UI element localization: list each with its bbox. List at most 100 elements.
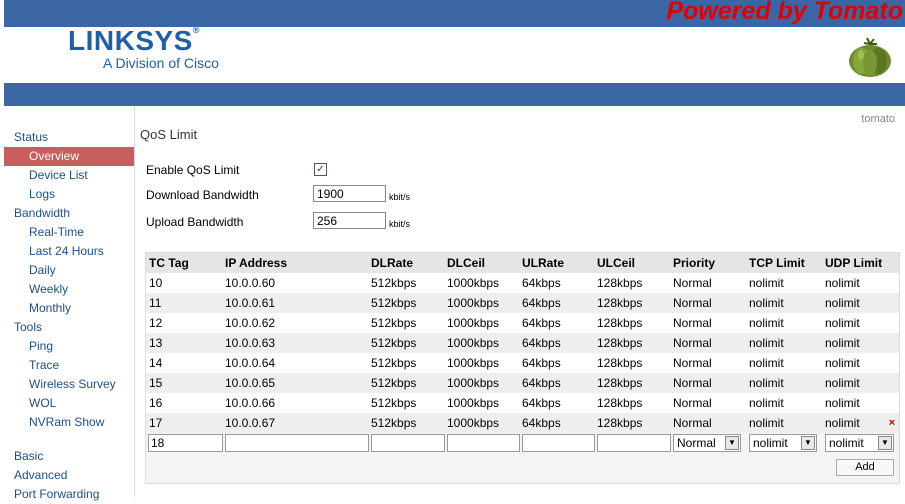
- table-row[interactable]: 16 10.0.0.66 512kbps 1000kbps 64kbps 128…: [146, 393, 899, 413]
- new-priority-select[interactable]: Normal ▼: [673, 434, 741, 452]
- table-row[interactable]: 12 10.0.0.62 512kbps 1000kbps 64kbps 128…: [146, 313, 899, 333]
- cell-tcp-limit: nolimit: [749, 316, 784, 330]
- cell-udp-limit: nolimit: [825, 276, 860, 290]
- cell-tcp-limit: nolimit: [749, 276, 784, 290]
- new-ip-address-input[interactable]: [225, 434, 369, 452]
- cell-ulrate: 64kbps: [522, 356, 561, 370]
- sidebar-item-ping[interactable]: Ping: [4, 337, 134, 356]
- cell-dlceil: 1000kbps: [447, 316, 500, 330]
- priority-select-value: Normal: [677, 436, 716, 450]
- sidebar-item-tools[interactable]: Tools: [4, 318, 134, 337]
- powered-by-text: Powered by Tomato: [666, 0, 903, 25]
- sidebar-item-port-forwarding[interactable]: Port Forwarding: [4, 485, 134, 504]
- cell-ip-address: 10.0.0.62: [225, 316, 276, 330]
- new-tcp-limit-select[interactable]: nolimit ▼: [749, 434, 817, 452]
- sidebar-item-monthly[interactable]: Monthly: [4, 299, 134, 318]
- tomato-icon: [849, 37, 891, 77]
- new-dlceil-input[interactable]: [447, 434, 520, 452]
- cell-ulceil: 128kbps: [597, 356, 643, 370]
- nav-banner-bar: [4, 83, 905, 106]
- cell-udp-limit: nolimit: [825, 336, 860, 350]
- sidebar-item-device-list[interactable]: Device List: [4, 166, 134, 185]
- cell-dlrate: 512kbps: [371, 316, 417, 330]
- add-button[interactable]: Add: [836, 459, 894, 476]
- sidebar-item-logs[interactable]: Logs: [4, 185, 134, 204]
- cell-udp-limit: nolimit: [825, 416, 860, 430]
- sidebar-item-status[interactable]: Status: [4, 128, 134, 147]
- sidebar-item-nvram-show[interactable]: NVRam Show: [4, 413, 134, 432]
- sidebar-item-real-time[interactable]: Real-Time: [4, 223, 134, 242]
- cell-tc-tag: 13: [149, 336, 163, 350]
- cell-dlrate: 512kbps: [371, 376, 417, 390]
- download-bandwidth-input[interactable]: 1900: [313, 185, 386, 202]
- table-row[interactable]: 15 10.0.0.65 512kbps 1000kbps 64kbps 128…: [146, 373, 899, 393]
- enable-qos-checkbox[interactable]: ✓: [314, 163, 327, 176]
- sidebar-item-advanced[interactable]: Advanced: [4, 466, 134, 485]
- table-header: TC Tag IP Address DLRate DLCeil ULRate U…: [146, 253, 899, 273]
- tcp-limit-select-value: nolimit: [753, 436, 788, 450]
- cell-tc-tag: 12: [149, 316, 163, 330]
- cell-udp-limit: nolimit: [825, 376, 860, 390]
- cell-ulceil: 128kbps: [597, 396, 643, 410]
- logo-area: LINKSYS® A Division of Cisco: [4, 25, 905, 83]
- cell-tc-tag: 17: [149, 416, 163, 430]
- column-header-ulrate[interactable]: ULRate: [522, 253, 564, 273]
- cell-ulrate: 64kbps: [522, 336, 561, 350]
- cell-ulceil: 128kbps: [597, 276, 643, 290]
- cell-priority: Normal: [673, 376, 712, 390]
- cell-dlceil: 1000kbps: [447, 396, 500, 410]
- cell-dlrate: 512kbps: [371, 336, 417, 350]
- column-header-tc-tag[interactable]: TC Tag: [149, 253, 189, 273]
- sidebar-item-daily[interactable]: Daily: [4, 261, 134, 280]
- new-udp-limit-select[interactable]: nolimit ▼: [825, 434, 894, 452]
- table-row[interactable]: 13 10.0.0.63 512kbps 1000kbps 64kbps 128…: [146, 333, 899, 353]
- column-header-ip-address[interactable]: IP Address: [225, 253, 287, 273]
- brand-subtitle: A Division of Cisco: [103, 55, 219, 71]
- registered-mark: ®: [192, 25, 200, 35]
- table-row[interactable]: 14 10.0.0.64 512kbps 1000kbps 64kbps 128…: [146, 353, 899, 373]
- udp-limit-select-value: nolimit: [829, 436, 864, 450]
- sidebar-item-basic[interactable]: Basic: [4, 447, 134, 466]
- sidebar-item-wireless-survey[interactable]: Wireless Survey: [4, 375, 134, 394]
- sidebar-item-trace[interactable]: Trace: [4, 356, 134, 375]
- cell-udp-limit: nolimit: [825, 356, 860, 370]
- table-row[interactable]: 17 10.0.0.67 512kbps 1000kbps 64kbps 128…: [146, 413, 899, 433]
- column-header-dlrate[interactable]: DLRate: [371, 253, 413, 273]
- new-tc-tag-input[interactable]: 18: [148, 434, 223, 452]
- cell-dlrate: 512kbps: [371, 356, 417, 370]
- sidebar-item-bandwidth[interactable]: Bandwidth: [4, 204, 134, 223]
- cell-ulrate: 64kbps: [522, 296, 561, 310]
- cell-ip-address: 10.0.0.63: [225, 336, 276, 350]
- sidebar-item-wol[interactable]: WOL: [4, 394, 134, 413]
- new-ulrate-input[interactable]: [522, 434, 595, 452]
- cell-priority: Normal: [673, 416, 712, 430]
- cell-tcp-limit: nolimit: [749, 296, 784, 310]
- upload-bandwidth-input[interactable]: 256: [313, 212, 386, 229]
- cell-dlceil: 1000kbps: [447, 296, 500, 310]
- new-dlrate-input[interactable]: [371, 434, 445, 452]
- cell-ip-address: 10.0.0.64: [225, 356, 276, 370]
- cell-ulrate: 64kbps: [522, 396, 561, 410]
- cell-ip-address: 10.0.0.65: [225, 376, 276, 390]
- sidebar-item-weekly[interactable]: Weekly: [4, 280, 134, 299]
- column-header-udp-limit[interactable]: UDP Limit: [825, 253, 882, 273]
- cell-tcp-limit: nolimit: [749, 356, 784, 370]
- new-ulceil-input[interactable]: [597, 434, 671, 452]
- column-header-ulceil[interactable]: ULCeil: [597, 253, 635, 273]
- column-header-dlceil[interactable]: DLCeil: [447, 253, 485, 273]
- column-header-priority[interactable]: Priority: [673, 253, 715, 273]
- cell-dlrate: 512kbps: [371, 296, 417, 310]
- chevron-down-icon: ▼: [878, 436, 892, 450]
- enable-qos-label: Enable QoS Limit: [146, 163, 240, 177]
- table-row[interactable]: 11 10.0.0.61 512kbps 1000kbps 64kbps 128…: [146, 293, 899, 313]
- upload-unit: kbit/s: [389, 219, 411, 229]
- cell-ulceil: 128kbps: [597, 416, 643, 430]
- sidebar-item-overview[interactable]: Overview: [4, 147, 134, 166]
- sidebar: Status Overview Device List Logs Bandwid…: [4, 106, 135, 501]
- table-row[interactable]: 10 10.0.0.60 512kbps 1000kbps 64kbps 128…: [146, 273, 899, 293]
- sidebar-item-last-24-hours[interactable]: Last 24 Hours: [4, 242, 134, 261]
- delete-row-icon[interactable]: ×: [889, 413, 895, 433]
- cell-ulrate: 64kbps: [522, 276, 561, 290]
- cell-ulceil: 128kbps: [597, 316, 643, 330]
- column-header-tcp-limit[interactable]: TCP Limit: [749, 253, 805, 273]
